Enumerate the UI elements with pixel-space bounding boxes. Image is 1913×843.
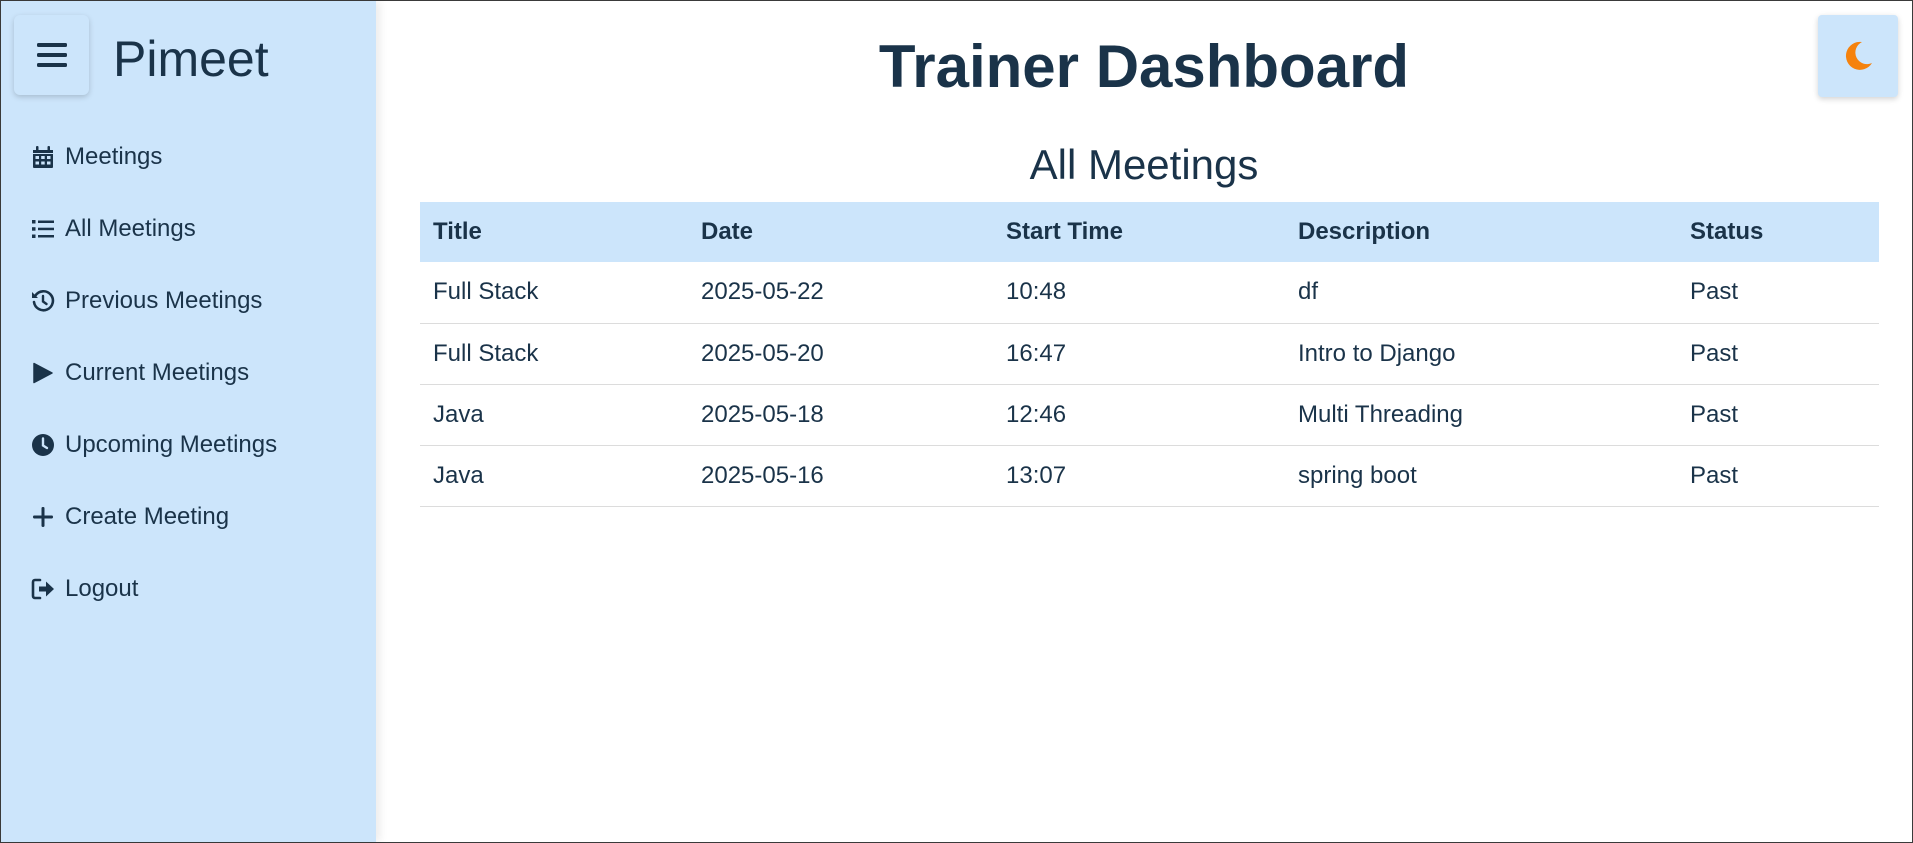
cell-date: 2025-05-18 [688, 384, 993, 446]
cell-date: 2025-05-22 [688, 262, 993, 324]
theme-toggle-button[interactable] [1818, 15, 1898, 97]
cell-status: Past [1677, 262, 1879, 324]
sidebar-item-current-meetings[interactable]: Current Meetings [1, 337, 376, 409]
table-header: Title Date Start Time Description Status [420, 202, 1879, 262]
sidebar-item-meetings[interactable]: Meetings [1, 121, 376, 193]
table-header-row: Title Date Start Time Description Status [420, 202, 1879, 262]
column-header-date: Date [701, 218, 754, 245]
cell-description: df [1285, 262, 1677, 324]
cell-status: Past [1677, 384, 1879, 446]
cell-description: Multi Threading [1285, 384, 1677, 446]
section-title: All Meetings [1029, 141, 1259, 188]
sidebar-item-logout[interactable]: Logout [1, 553, 376, 625]
table-row[interactable]: Full Stack 2025-05-20 16:47 Intro to Dja… [420, 323, 1879, 385]
column-header-title: Title [433, 218, 482, 245]
cell-status: Past [1677, 323, 1879, 385]
cell-description: Intro to Django [1285, 323, 1677, 385]
cell-description: spring boot [1285, 445, 1677, 507]
sidebar-item-upcoming-meetings[interactable]: Upcoming Meetings [1, 409, 376, 481]
brand-name: Pimeet [113, 31, 269, 87]
moon-icon [1845, 41, 1872, 70]
clock-icon [31, 433, 55, 457]
cell-title: Full Stack [420, 262, 688, 324]
cell-start-time: 13:07 [993, 445, 1285, 507]
cell-title: Java [420, 445, 688, 507]
table-body: Full Stack 2025-05-22 10:48 df Past Full… [420, 262, 1879, 507]
history-icon [31, 289, 55, 313]
list-icon [31, 217, 55, 241]
column-header-status: Status [1690, 218, 1764, 245]
sidebar-item-all-meetings[interactable]: All Meetings [1, 193, 376, 265]
sidebar-item-label: All Meetings [65, 215, 196, 242]
sidebar-header: Pimeet [1, 1, 376, 121]
sidebar-item-label: Logout [65, 575, 139, 602]
meetings-table: Title Date Start Time Description Status… [420, 202, 1879, 507]
column-header-start-time: Start Time [1006, 218, 1123, 245]
logout-icon [31, 577, 55, 601]
sidebar-item-label: Upcoming Meetings [65, 431, 278, 458]
hamburger-icon [36, 43, 67, 67]
sidebar-nav: Meetings All Meetings Previous Meetings … [1, 121, 376, 625]
sidebar-item-previous-meetings[interactable]: Previous Meetings [1, 265, 376, 337]
table-row[interactable]: Java 2025-05-16 13:07 spring boot Past [420, 445, 1879, 507]
cell-start-time: 10:48 [993, 262, 1285, 324]
sidebar-item-label: Meetings [65, 143, 163, 170]
sidebar-item-label: Create Meeting [65, 503, 230, 530]
cell-date: 2025-05-16 [688, 445, 993, 507]
app-window: Pimeet Meetings All Meetings Previous Me… [0, 0, 1913, 843]
cell-start-time: 16:47 [993, 323, 1285, 385]
cell-title: Java [420, 384, 688, 446]
column-header-description: Description [1298, 218, 1431, 245]
sidebar-item-label: Previous Meetings [65, 287, 263, 314]
table-row[interactable]: Full Stack 2025-05-22 10:48 df Past [420, 262, 1879, 324]
sidebar-item-label: Current Meetings [65, 359, 250, 386]
menu-toggle-button[interactable] [14, 15, 89, 95]
plus-icon [31, 505, 55, 529]
cell-date: 2025-05-20 [688, 323, 993, 385]
sidebar: Pimeet Meetings All Meetings Previous Me… [1, 1, 376, 842]
table-row[interactable]: Java 2025-05-18 12:46 Multi Threading Pa… [420, 384, 1879, 446]
play-icon [31, 361, 55, 385]
sidebar-item-create-meeting[interactable]: Create Meeting [1, 481, 376, 553]
cell-status: Past [1677, 445, 1879, 507]
page-title: Trainer Dashboard [878, 33, 1410, 100]
meetings-table-container: Title Date Start Time Description Status… [420, 202, 1879, 507]
cell-title: Full Stack [420, 323, 688, 385]
cell-start-time: 12:46 [993, 384, 1285, 446]
calendar-icon [31, 145, 55, 169]
main-content: Trainer Dashboard All Meetings Title Dat… [376, 1, 1912, 842]
